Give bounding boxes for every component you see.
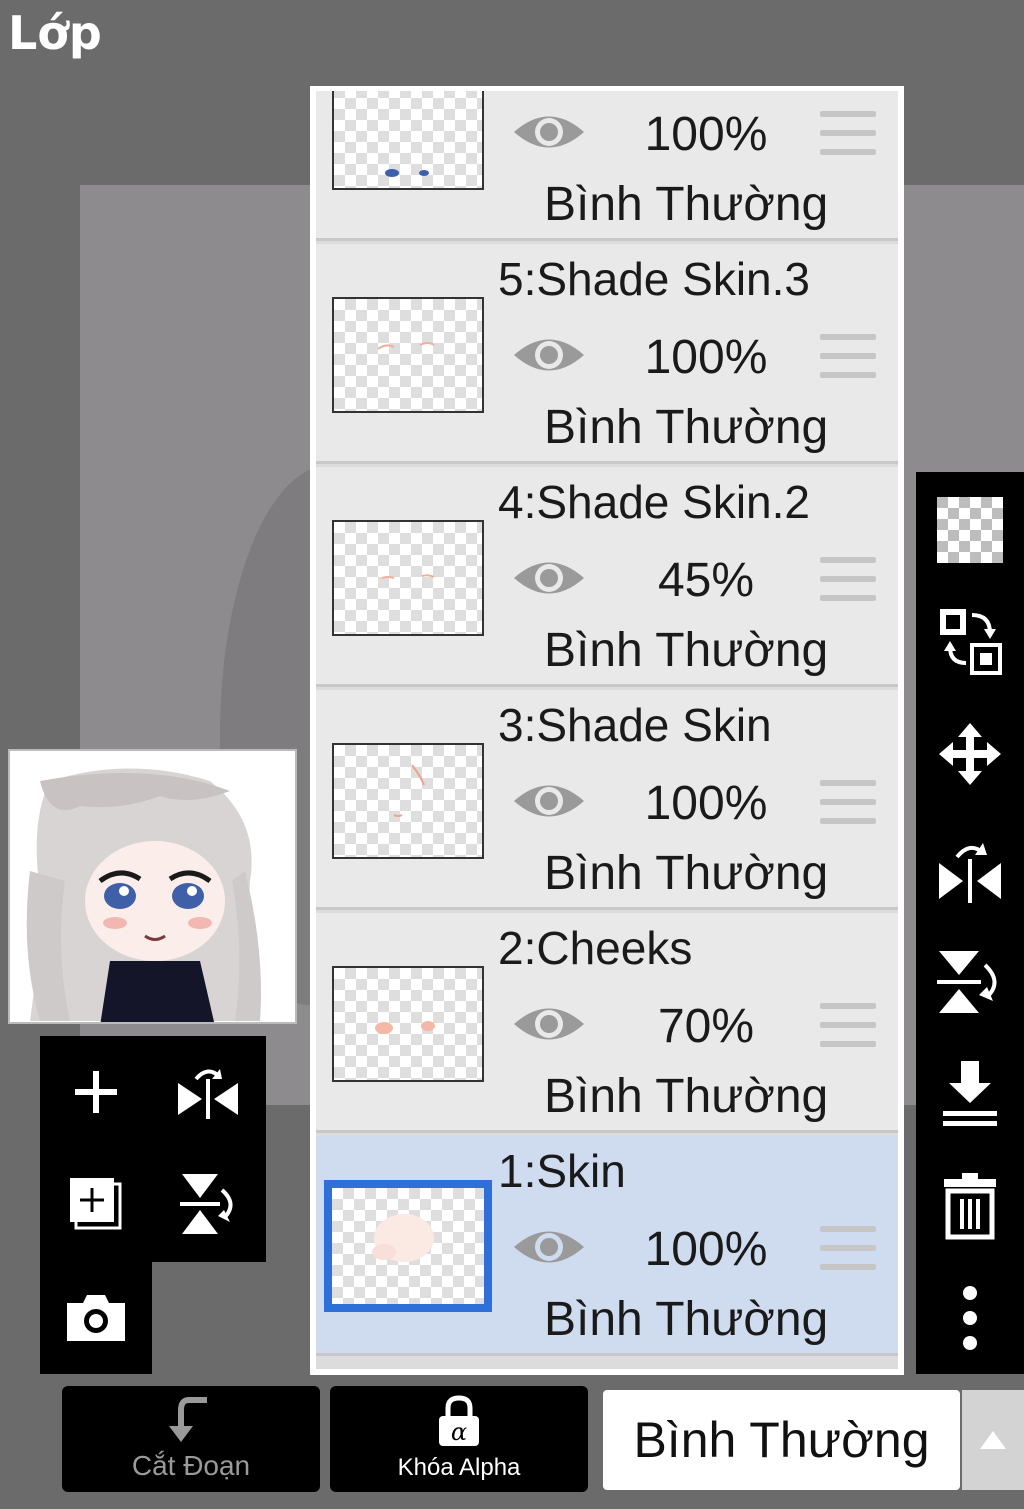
flip-vertical-button[interactable]	[932, 944, 1008, 1020]
eye-icon[interactable]	[512, 555, 586, 601]
canvas-preview	[8, 749, 297, 1024]
layer-name: 2:Cheeks	[498, 922, 693, 974]
clip-label: Cắt Đoạn	[131, 1450, 251, 1481]
layer-thumbnail-art	[385, 169, 429, 177]
more-options-button[interactable]	[932, 1280, 1008, 1356]
layer-name: 3:Shade Skin	[498, 699, 772, 751]
alpha-lock-label: Khóa Alpha	[397, 1454, 521, 1481]
layer-thumbnail[interactable]	[324, 1180, 492, 1312]
merge-down-button[interactable]	[932, 1056, 1008, 1132]
layer-blend-mode: Bình Thường	[544, 624, 829, 677]
trash-icon	[944, 1173, 996, 1240]
layer-thumbnail[interactable]	[332, 966, 484, 1082]
move-layer-button[interactable]	[932, 716, 1008, 792]
more-vertical-icon	[963, 1286, 977, 1350]
layer-row[interactable]: 3:Shade Skin 100% Bình Thường	[316, 690, 898, 910]
drag-handle-icon[interactable]	[820, 780, 876, 824]
layer-blend-mode: Bình Thường	[544, 847, 829, 900]
eye-icon[interactable]	[512, 332, 586, 378]
layer-thumbnail-art	[372, 1214, 434, 1262]
flip-horizontal-button[interactable]	[932, 832, 1008, 908]
drag-handle-icon[interactable]	[820, 1226, 876, 1270]
layer-name: 5:Shade Skin.3	[498, 253, 811, 305]
flip-layer-horizontal-icon	[178, 1069, 238, 1119]
screen-title: Lớp	[8, 6, 102, 60]
triangle-up-icon	[980, 1431, 1006, 1449]
merge-down-icon	[943, 1061, 997, 1126]
layer-thumbnail[interactable]	[332, 297, 484, 413]
layer-opacity[interactable]: 100%	[616, 776, 796, 831]
clip-button[interactable]: Cắt Đoạn	[62, 1386, 320, 1492]
layer-panel: 100% Bình Thường 5:Shade Skin.3 100% Bìn…	[310, 86, 904, 1375]
drag-handle-icon[interactable]	[820, 334, 876, 378]
layer-opacity[interactable]: 70%	[616, 999, 796, 1054]
layer-row-selected[interactable]: 1:Skin 100% Bình Thường	[316, 1136, 898, 1356]
layer-opacity[interactable]: 100%	[616, 1222, 796, 1277]
eye-icon[interactable]	[512, 1224, 586, 1270]
layer-opacity[interactable]: 100%	[616, 330, 796, 385]
flip-vertical-icon	[937, 951, 997, 1013]
layer-thumbnail-art	[393, 764, 425, 817]
swap-layers-icon	[940, 609, 1002, 675]
flip-layer-horizontal-button[interactable]	[168, 1052, 248, 1132]
camera-icon	[67, 1295, 125, 1341]
transparent-grid-icon	[937, 497, 1003, 563]
layer-blend-mode: Bình Thường	[544, 178, 829, 231]
layer-blend-mode: Bình Thường	[544, 401, 829, 454]
flip-horizontal-icon	[939, 843, 1001, 903]
blend-mode-dropdown-button[interactable]	[962, 1390, 1024, 1490]
drag-handle-icon[interactable]	[820, 111, 876, 155]
layer-opacity[interactable]: 100%	[616, 107, 796, 162]
eye-icon[interactable]	[512, 778, 586, 824]
add-new-layer-icon	[70, 1178, 122, 1230]
camera-toolbar	[40, 1262, 152, 1374]
layer-tools-toolbar	[916, 472, 1024, 1374]
camera-button[interactable]	[56, 1278, 136, 1358]
eye-icon[interactable]	[512, 1001, 586, 1047]
layer-blend-mode: Bình Thường	[544, 1070, 829, 1123]
layer-thumbnail[interactable]	[332, 743, 484, 859]
layer-thumbnail-art	[375, 1021, 435, 1034]
lock-icon: α	[439, 1395, 479, 1446]
layer-blend-mode: Bình Thường	[544, 1293, 829, 1346]
add-layer-icon	[75, 1071, 117, 1113]
layer-name: 4:Shade Skin.2	[498, 476, 811, 528]
flip-layer-vertical-icon	[180, 1174, 233, 1234]
layer-actions-toolbar	[40, 1036, 266, 1262]
add-new-layer-button[interactable]	[56, 1164, 136, 1244]
character-preview-image	[26, 768, 261, 1022]
eye-icon[interactable]	[512, 109, 586, 155]
layer-thumbnail[interactable]	[332, 520, 484, 636]
add-layer-button[interactable]	[56, 1052, 136, 1132]
drag-handle-icon[interactable]	[820, 1003, 876, 1047]
delete-layer-button[interactable]	[932, 1168, 1008, 1244]
layer-row[interactable]: 5:Shade Skin.3 100% Bình Thường	[316, 244, 898, 464]
layer-name: 1:Skin	[498, 1145, 626, 1197]
drag-handle-icon[interactable]	[820, 557, 876, 601]
layer-row[interactable]: 4:Shade Skin.2 45% Bình Thường	[316, 467, 898, 687]
layer-thumbnail[interactable]	[332, 91, 484, 190]
layer-row[interactable]: 100% Bình Thường	[316, 91, 898, 241]
alpha-lock-button[interactable]: α Khóa Alpha	[330, 1386, 588, 1492]
layer-thumbnail-art	[377, 342, 435, 350]
layer-list[interactable]: 100% Bình Thường 5:Shade Skin.3 100% Bìn…	[316, 91, 898, 1369]
svg-text:α: α	[451, 1418, 467, 1446]
move-icon	[939, 723, 1001, 785]
blend-mode-select[interactable]: Bình Thường	[603, 1390, 960, 1490]
clip-arrow-icon	[169, 1397, 207, 1442]
swap-layers-button[interactable]	[932, 602, 1008, 678]
layer-thumbnail-art	[381, 574, 435, 579]
layer-row[interactable]: 2:Cheeks 70% Bình Thường	[316, 913, 898, 1133]
flip-layer-vertical-button[interactable]	[168, 1164, 248, 1244]
transparent-background-button[interactable]	[932, 492, 1008, 568]
layer-opacity[interactable]: 45%	[616, 553, 796, 608]
